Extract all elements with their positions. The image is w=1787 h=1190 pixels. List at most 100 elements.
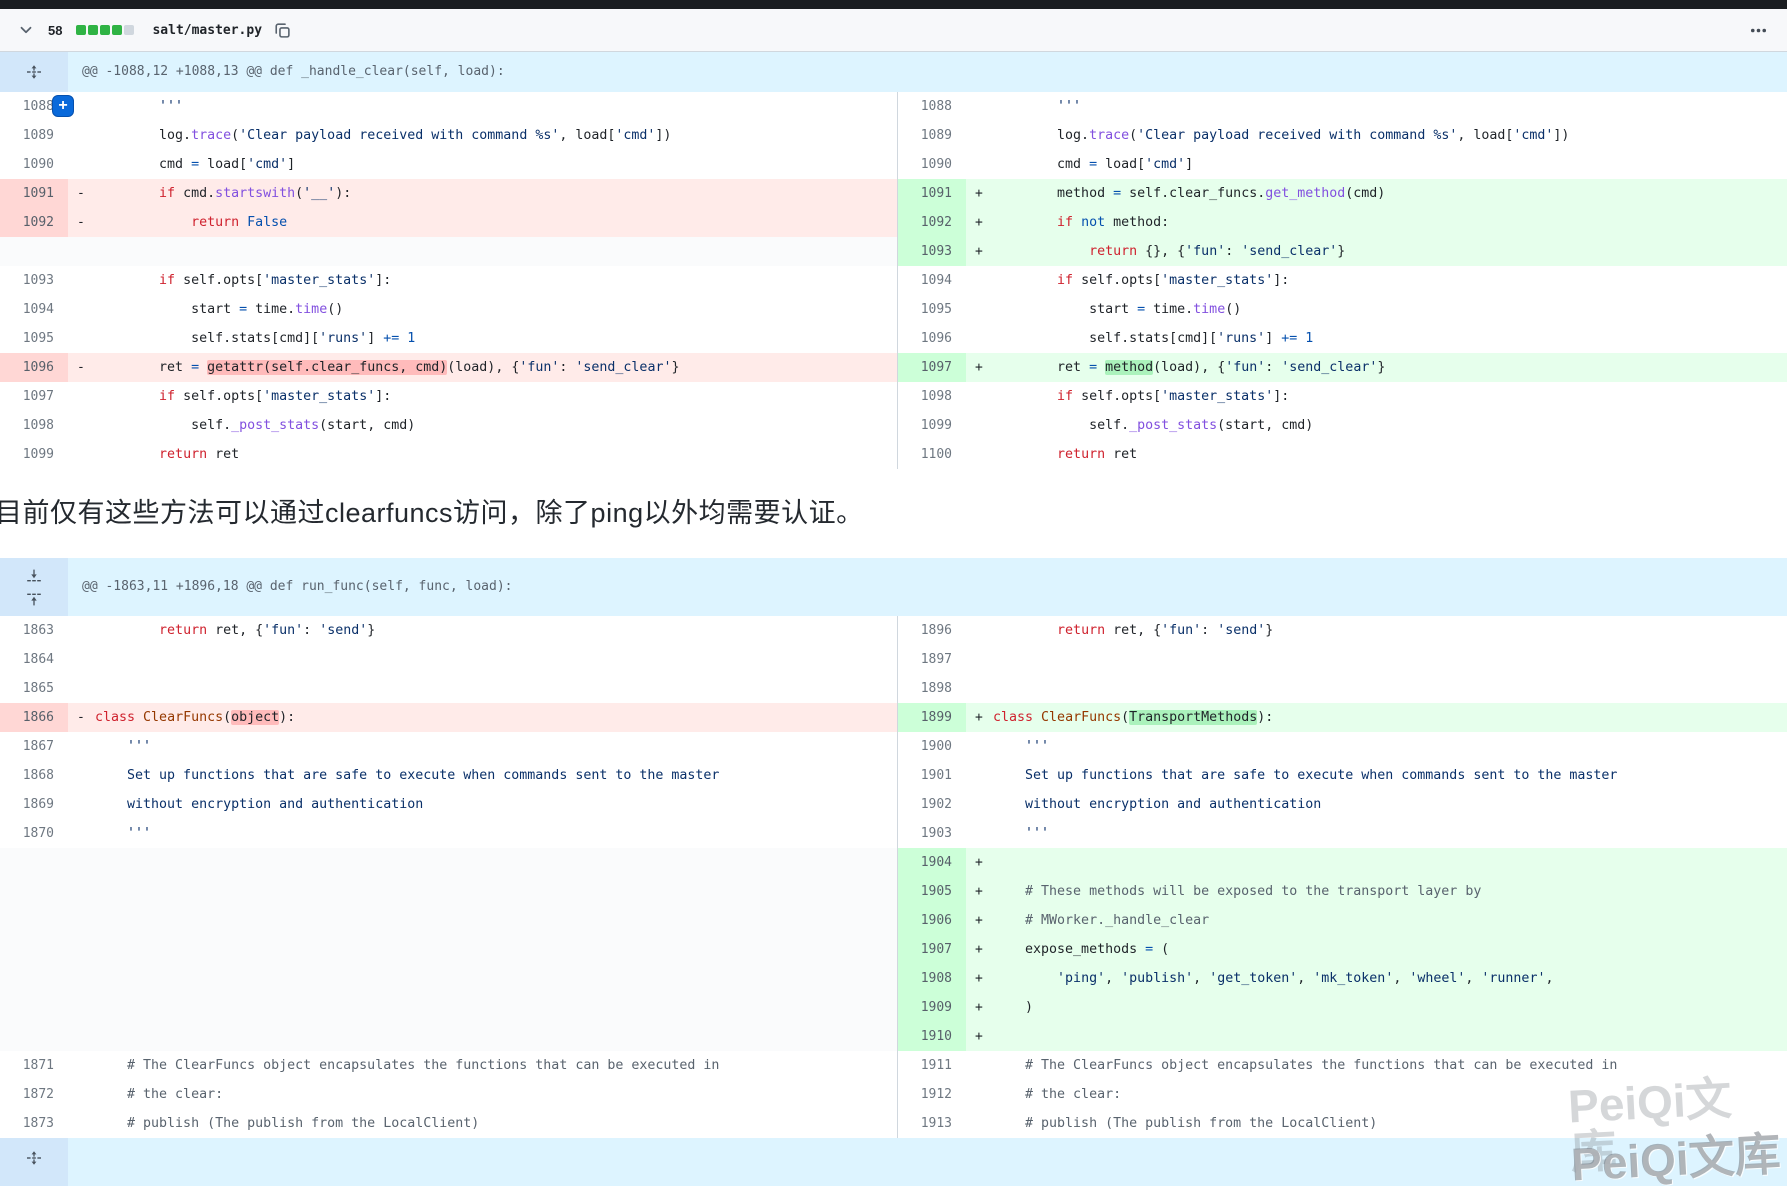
line-number-new[interactable]: 1092: [898, 208, 966, 237]
line-number-new[interactable]: 1091: [898, 179, 966, 208]
line-number-old[interactable]: 1872: [0, 1080, 68, 1109]
old-code-pane-row: [0, 993, 898, 1022]
old-code-pane-row: 1867 ''': [0, 732, 898, 761]
diff-row: 1088+ '''1088 ''': [0, 92, 1787, 121]
code-line: log.trace('Clear payload received with c…: [993, 121, 1787, 150]
new-code-pane-row: 1913 # publish (The publish from the Loc…: [898, 1109, 1787, 1138]
line-number-old[interactable]: 1864: [0, 645, 68, 674]
add-comment-button[interactable]: +: [52, 95, 74, 117]
line-number-new[interactable]: 1899: [898, 703, 966, 732]
code-line: ''': [95, 732, 897, 761]
code-line: [993, 848, 1787, 877]
line-number-old[interactable]: 1871: [0, 1051, 68, 1080]
line-number-old[interactable]: 1865: [0, 674, 68, 703]
line-number-new[interactable]: 1095: [898, 295, 966, 324]
line-number-new[interactable]: 1913: [898, 1109, 966, 1138]
line-number-old[interactable]: 1873: [0, 1109, 68, 1138]
fold-up-icon: [26, 591, 42, 607]
line-number-new[interactable]: 1897: [898, 645, 966, 674]
line-number-old[interactable]: 1868: [0, 761, 68, 790]
line-number-old[interactable]: 1094: [0, 295, 68, 324]
line-number-old[interactable]: 1096: [0, 353, 68, 382]
hunk-header-text: @@ -1863,11 +1896,18 @@ def run_func(sel…: [68, 558, 1787, 616]
code-line: return ret, {'fun': 'send'}: [993, 616, 1787, 645]
line-number-new[interactable]: 1912: [898, 1080, 966, 1109]
old-code-pane-row: [0, 877, 898, 906]
code-line: class ClearFuncs(TransportMethods):: [993, 703, 1787, 732]
line-number-new[interactable]: 1911: [898, 1051, 966, 1080]
line-number-old[interactable]: 1088+: [0, 92, 68, 121]
line-number-old[interactable]: 1095: [0, 324, 68, 353]
expand-hunk-fold-up-button[interactable]: [26, 591, 42, 607]
old-code-pane-row: 1866-class ClearFuncs(object):: [0, 703, 898, 732]
line-number-old[interactable]: 1866: [0, 703, 68, 732]
diff-row: 1871 # The ClearFuncs object encapsulate…: [0, 1051, 1787, 1080]
old-code-pane-row: 1093 if self.opts['master_stats']:: [0, 266, 898, 295]
line-number-new[interactable]: 1910: [898, 1022, 966, 1051]
line-number-old: [0, 237, 68, 266]
line-number-new[interactable]: 1093: [898, 237, 966, 266]
diff-marker: [68, 848, 95, 877]
line-number-old[interactable]: 1870: [0, 819, 68, 848]
line-number-new[interactable]: 1908: [898, 964, 966, 993]
line-number-new[interactable]: 1902: [898, 790, 966, 819]
line-number-old[interactable]: 1099: [0, 440, 68, 469]
file-options-kebab-button[interactable]: [1748, 20, 1769, 41]
line-number-old[interactable]: 1090: [0, 150, 68, 179]
expand-hunk-unfold-button[interactable]: [26, 1150, 42, 1166]
line-number-new[interactable]: 1089: [898, 121, 966, 150]
next-hunk-header-partial: [0, 1138, 1787, 1186]
line-number-new[interactable]: 1898: [898, 674, 966, 703]
diff-marker: +: [966, 353, 993, 382]
line-number-old[interactable]: 1089: [0, 121, 68, 150]
line-number-new[interactable]: 1896: [898, 616, 966, 645]
new-code-pane-row: 1089 log.trace('Clear payload received w…: [898, 121, 1787, 150]
line-number-old[interactable]: 1098: [0, 411, 68, 440]
line-number-new[interactable]: 1903: [898, 819, 966, 848]
expand-hunk-unfold-button[interactable]: [26, 64, 42, 80]
diff-marker: [68, 411, 95, 440]
line-number-new[interactable]: 1905: [898, 877, 966, 906]
new-code-pane-row: 1898: [898, 674, 1787, 703]
line-number-old[interactable]: 1869: [0, 790, 68, 819]
line-number-new[interactable]: 1100: [898, 440, 966, 469]
code-line: ): [993, 993, 1787, 1022]
diff-marker: +: [966, 993, 993, 1022]
line-number-old[interactable]: 1092: [0, 208, 68, 237]
line-number-old[interactable]: 1863: [0, 616, 68, 645]
new-code-pane-row: 1911 # The ClearFuncs object encapsulate…: [898, 1051, 1787, 1080]
line-number-new[interactable]: 1096: [898, 324, 966, 353]
line-number-new[interactable]: 1094: [898, 266, 966, 295]
old-code-pane-row: 1089 log.trace('Clear payload received w…: [0, 121, 898, 150]
line-number-new[interactable]: 1098: [898, 382, 966, 411]
code-line: ''': [993, 819, 1787, 848]
line-number-new[interactable]: 1088: [898, 92, 966, 121]
diff-marker: [966, 645, 993, 674]
diff-marker: [966, 1080, 993, 1109]
line-number-new[interactable]: 1900: [898, 732, 966, 761]
line-number-new[interactable]: 1901: [898, 761, 966, 790]
code-line: # MWorker._handle_clear: [993, 906, 1787, 935]
copy-file-path-button[interactable]: [272, 20, 293, 41]
expand-hunk-fold-down-button[interactable]: [26, 568, 42, 584]
diffstat-blocks: [76, 25, 134, 35]
old-code-pane-row: 1870 ''': [0, 819, 898, 848]
old-code-pane-row: 1095 self.stats[cmd]['runs'] += 1: [0, 324, 898, 353]
line-number-new[interactable]: 1099: [898, 411, 966, 440]
line-number-new[interactable]: 1906: [898, 906, 966, 935]
diff-row: 1909+ ): [0, 993, 1787, 1022]
line-number-new[interactable]: 1097: [898, 353, 966, 382]
line-number-new[interactable]: 1904: [898, 848, 966, 877]
line-number-old[interactable]: 1097: [0, 382, 68, 411]
line-number-old[interactable]: 1091: [0, 179, 68, 208]
line-number-old[interactable]: 1867: [0, 732, 68, 761]
new-code-pane-row: 1091+ method = self.clear_funcs.get_meth…: [898, 179, 1787, 208]
collapse-file-chevron-icon[interactable]: [16, 20, 36, 40]
new-code-pane-row: 1899+class ClearFuncs(TransportMethods):: [898, 703, 1787, 732]
line-number-new[interactable]: 1907: [898, 935, 966, 964]
line-number-old[interactable]: 1093: [0, 266, 68, 295]
line-number-new[interactable]: 1909: [898, 993, 966, 1022]
line-number-new[interactable]: 1090: [898, 150, 966, 179]
diff-marker: [68, 674, 95, 703]
diff-marker: [68, 964, 95, 993]
